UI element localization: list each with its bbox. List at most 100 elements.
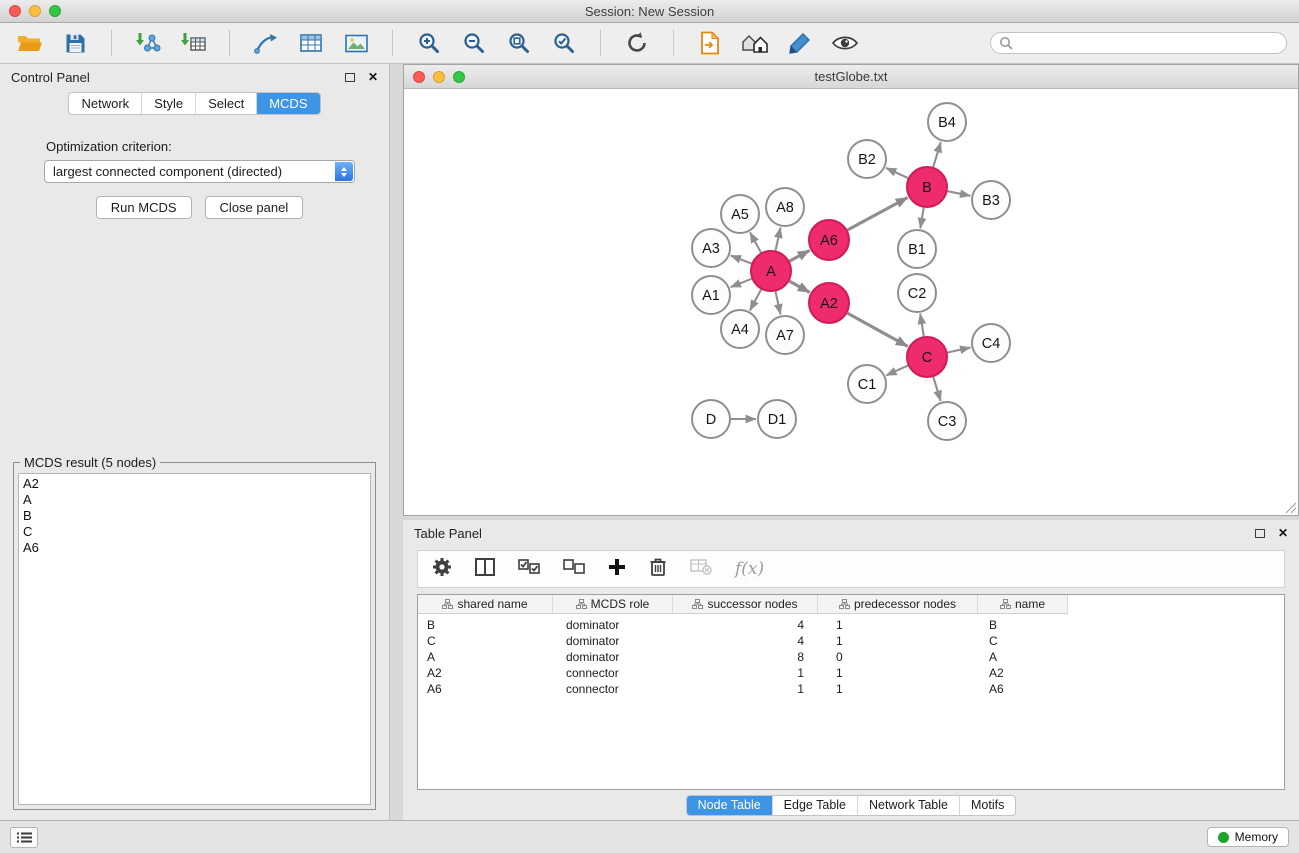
create-column-button[interactable]	[608, 558, 626, 581]
node-B1[interactable]: B1	[898, 230, 936, 268]
search-input[interactable]	[1018, 36, 1278, 50]
result-item[interactable]: A6	[23, 540, 366, 556]
export-image-button[interactable]	[338, 27, 374, 59]
unselect-all-columns-button[interactable]	[563, 559, 585, 580]
edge-B-B4[interactable]	[933, 142, 941, 167]
table-row[interactable]: Bdominator41B	[418, 617, 1284, 633]
home-button[interactable]	[737, 27, 773, 59]
edge-A-A1[interactable]	[731, 279, 752, 287]
tab-network[interactable]: Network	[69, 93, 141, 114]
result-item[interactable]: C	[23, 524, 366, 540]
table-row[interactable]: Cdominator41C	[418, 633, 1284, 649]
node-A6[interactable]: A6	[809, 220, 849, 260]
new-table-button[interactable]	[293, 27, 329, 59]
node-B[interactable]: B	[907, 167, 947, 207]
close-panel-icon[interactable]: ✕	[368, 71, 378, 83]
node-C1[interactable]: C1	[848, 365, 886, 403]
tab-node-table[interactable]: Node Table	[687, 796, 772, 815]
network-canvas[interactable]: B4 B2 B B3 A5A8A6 A3 B1 A C2 A1 A2 A4A7 C4 C C1 C3 D D1	[404, 89, 1298, 515]
node-A8[interactable]: A8	[766, 188, 804, 226]
edge-C-C3[interactable]	[933, 377, 940, 401]
column-header-shared-name[interactable]: shared name	[418, 595, 553, 614]
resize-grip-icon[interactable]	[1285, 502, 1297, 514]
edge-A2-C[interactable]	[847, 313, 907, 346]
tab-select[interactable]: Select	[195, 93, 256, 114]
close-panel-button[interactable]: Close panel	[205, 196, 304, 219]
visibility-button[interactable]	[827, 27, 863, 59]
new-network-button[interactable]	[248, 27, 284, 59]
edge-A-A5[interactable]	[750, 232, 761, 252]
function-builder-button[interactable]: f(x)	[735, 559, 764, 579]
delete-column-button[interactable]	[649, 557, 667, 582]
node-D[interactable]: D	[692, 400, 730, 438]
tab-style[interactable]: Style	[141, 93, 195, 114]
run-mcds-button[interactable]: Run MCDS	[96, 196, 192, 219]
edge-A-A6[interactable]	[790, 250, 810, 261]
edge-A6-B[interactable]	[848, 198, 908, 231]
column-header-MCDS-role[interactable]: MCDS role	[553, 595, 673, 614]
document-button[interactable]	[692, 27, 728, 59]
import-table-button[interactable]	[175, 27, 211, 59]
tab-mcds[interactable]: MCDS	[256, 93, 319, 114]
network-graph[interactable]: B4 B2 B B3 A5A8A6 A3 B1 A C2 A1 A2 A4A7 C4 C C1 C3 D D1	[404, 89, 1298, 515]
zoom-selected-button[interactable]	[546, 27, 582, 59]
node-C3[interactable]: C3	[928, 402, 966, 440]
search-box[interactable]	[990, 32, 1287, 54]
node-A2[interactable]: A2	[809, 283, 849, 323]
node-A4[interactable]: A4	[721, 310, 759, 348]
refresh-button[interactable]	[619, 27, 655, 59]
zoom-in-button[interactable]	[411, 27, 447, 59]
edge-C-C2[interactable]	[920, 314, 924, 337]
import-network-button[interactable]	[130, 27, 166, 59]
table-row[interactable]: Adominator80A	[418, 649, 1284, 665]
node-A7[interactable]: A7	[766, 316, 804, 354]
node-B3[interactable]: B3	[972, 181, 1010, 219]
network-zoom-button[interactable]	[453, 71, 465, 83]
edge-B-B2[interactable]	[886, 168, 908, 178]
table-settings-button[interactable]	[432, 557, 452, 582]
node-A[interactable]: A	[751, 251, 791, 291]
node-A1[interactable]: A1	[692, 276, 730, 314]
edge-A-A4[interactable]	[750, 290, 761, 311]
node-C2[interactable]: C2	[898, 274, 936, 312]
column-header-name[interactable]: name	[978, 595, 1068, 614]
close-table-panel-icon[interactable]: ✕	[1278, 527, 1288, 539]
edge-A-A3[interactable]	[731, 256, 752, 264]
result-item[interactable]: A	[23, 492, 366, 508]
save-session-button[interactable]	[57, 27, 93, 59]
zoom-fit-button[interactable]	[501, 27, 537, 59]
close-window-button[interactable]	[9, 5, 21, 17]
edge-A-A8[interactable]	[776, 228, 781, 251]
node-C4[interactable]: C4	[972, 324, 1010, 362]
show-columns-button[interactable]	[475, 558, 495, 581]
result-item[interactable]: A2	[23, 476, 366, 492]
result-item[interactable]: B	[23, 508, 366, 524]
select-all-columns-button[interactable]	[518, 559, 540, 580]
float-table-panel-icon[interactable]	[1255, 529, 1265, 538]
column-header-predecessor-nodes[interactable]: predecessor nodes	[818, 595, 978, 614]
edge-C-C4[interactable]	[948, 348, 971, 353]
open-session-button[interactable]	[12, 27, 48, 59]
tab-edge-table[interactable]: Edge Table	[772, 796, 857, 815]
panel-menu-button[interactable]	[10, 827, 38, 848]
optimization-criterion-dropdown[interactable]: largest connected component (directed)	[44, 160, 355, 183]
network-minimize-button[interactable]	[433, 71, 445, 83]
column-header-successor-nodes[interactable]: successor nodes	[673, 595, 818, 614]
node-D1[interactable]: D1	[758, 400, 796, 438]
tab-motifs[interactable]: Motifs	[959, 796, 1015, 815]
mcds-result-list[interactable]: A2ABCA6	[18, 473, 371, 805]
node-A3[interactable]: A3	[692, 229, 730, 267]
node-B2[interactable]: B2	[848, 140, 886, 178]
edge-B-B1[interactable]	[920, 208, 923, 229]
edge-A-A7[interactable]	[776, 292, 781, 315]
edge-B-B3[interactable]	[948, 191, 971, 196]
delete-table-button[interactable]	[690, 559, 712, 580]
memory-button[interactable]: Memory	[1207, 827, 1289, 847]
edge-C-C1[interactable]	[886, 366, 908, 376]
node-C[interactable]: C	[907, 337, 947, 377]
table-row[interactable]: A2connector11A2	[418, 665, 1284, 681]
tab-network-table[interactable]: Network Table	[857, 796, 959, 815]
node-B4[interactable]: B4	[928, 103, 966, 141]
node-A5[interactable]: A5	[721, 195, 759, 233]
network-close-button[interactable]	[413, 71, 425, 83]
